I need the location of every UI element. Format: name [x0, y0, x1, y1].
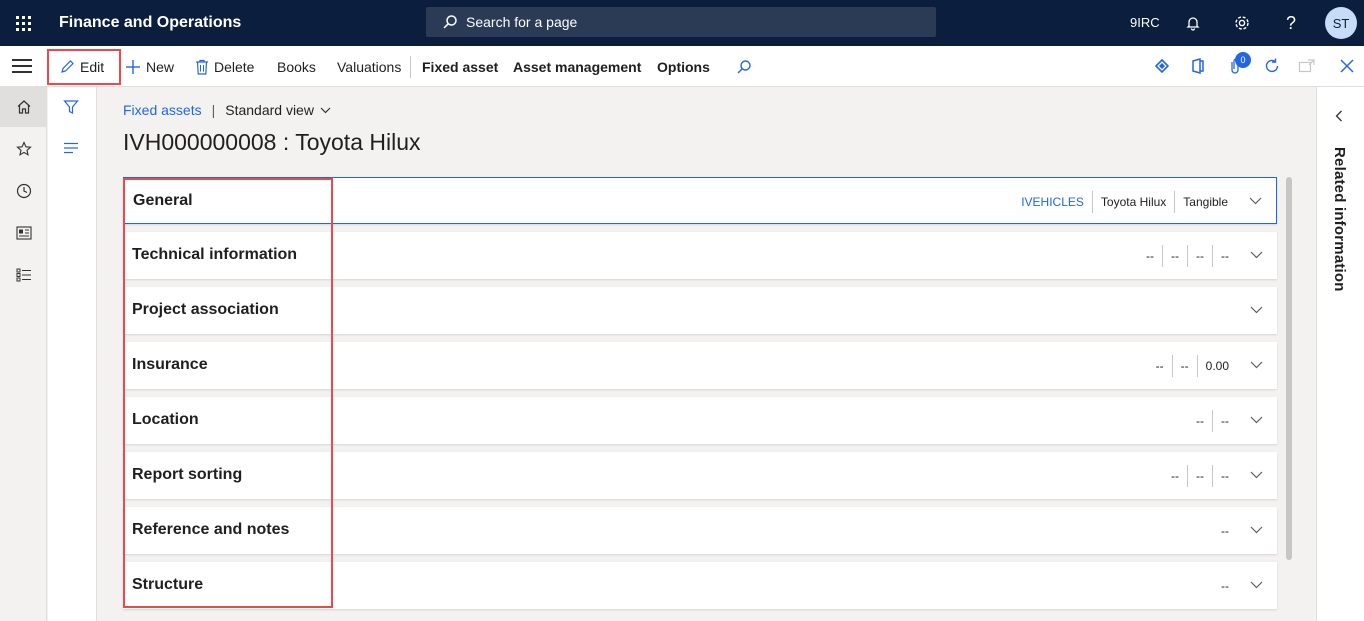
- summary-value: --: [1171, 468, 1179, 483]
- divider: [410, 56, 411, 78]
- summary-value: Toyota Hilux: [1091, 190, 1174, 213]
- chevron-down-icon[interactable]: [1249, 248, 1263, 262]
- close-icon[interactable]: [1337, 56, 1357, 76]
- new-button[interactable]: New: [125, 46, 174, 87]
- section-highlight-box: [123, 178, 333, 608]
- fasttab-summary: -- -- 0.00: [1148, 342, 1237, 389]
- fasttab-summary: --: [1213, 562, 1237, 609]
- summary-value: --: [1187, 244, 1212, 267]
- workspaces-icon[interactable]: [0, 213, 47, 253]
- fasttab-summary: --: [1213, 507, 1237, 554]
- summary-value: --: [1162, 244, 1187, 267]
- left-navigation: [0, 87, 47, 621]
- breadcrumb-fixed-assets-link[interactable]: Fixed assets: [123, 102, 202, 118]
- tab-options[interactable]: Options: [657, 46, 710, 87]
- delete-button[interactable]: Delete: [195, 46, 254, 87]
- chevron-down-icon[interactable]: [1249, 578, 1263, 592]
- view-selector[interactable]: Standard view: [225, 102, 331, 118]
- app-launcher-icon[interactable]: [0, 0, 46, 46]
- company-picker[interactable]: 9IRC: [1130, 15, 1160, 30]
- office-icon[interactable]: [1188, 56, 1208, 76]
- top-bar: Finance and Operations Search for a page…: [0, 0, 1364, 46]
- app-title[interactable]: Finance and Operations: [59, 14, 241, 32]
- plus-icon: [126, 59, 140, 74]
- new-label: New: [146, 58, 175, 75]
- summary-value: --: [1171, 354, 1197, 377]
- gear-icon[interactable]: [1231, 12, 1253, 34]
- tab-fixed-asset[interactable]: Fixed asset: [422, 46, 498, 87]
- bell-icon[interactable]: [1182, 12, 1204, 34]
- valuations-button[interactable]: Valuations: [337, 46, 401, 87]
- fasttab-summary: -- -- --: [1163, 452, 1237, 499]
- home-icon[interactable]: [0, 87, 47, 127]
- edit-highlight-box: [47, 49, 121, 85]
- search-placeholder: Search for a page: [466, 14, 578, 30]
- related-information-label: Related information: [1331, 147, 1348, 292]
- chevron-down-icon: [320, 107, 331, 113]
- summary-value: 0.00: [1196, 354, 1237, 377]
- trash-icon: [196, 59, 208, 75]
- refresh-icon[interactable]: [1262, 56, 1282, 76]
- filter-icon[interactable]: [63, 99, 79, 120]
- open-new-window-icon[interactable]: [1297, 56, 1317, 76]
- chevron-down-icon[interactable]: [1249, 413, 1263, 427]
- page-title: IVH000000008 : Toyota Hilux: [123, 129, 421, 155]
- list-icon[interactable]: [63, 141, 79, 159]
- power-apps-icon[interactable]: [1152, 56, 1172, 76]
- fasttab-summary: IVEHICLES Toyota Hilux Tangible: [1013, 178, 1236, 225]
- summary-value: --: [1221, 578, 1229, 593]
- summary-value: --: [1212, 409, 1237, 432]
- books-button[interactable]: Books: [277, 46, 316, 87]
- star-icon[interactable]: [0, 129, 47, 169]
- view-label: Standard view: [225, 102, 314, 118]
- summary-value: --: [1221, 523, 1229, 538]
- search-input[interactable]: Search for a page: [426, 7, 936, 37]
- breadcrumb: Fixed assets | Standard view: [123, 102, 331, 118]
- summary-value: --: [1212, 464, 1237, 487]
- filter-pane: [48, 87, 97, 621]
- breadcrumb-separator: |: [211, 102, 216, 118]
- attachment-count-badge: 0: [1235, 52, 1251, 68]
- chevron-down-icon[interactable]: [1248, 194, 1262, 208]
- action-search-icon[interactable]: [736, 46, 757, 87]
- summary-value[interactable]: IVEHICLES: [1013, 191, 1092, 213]
- clock-icon[interactable]: [0, 171, 47, 211]
- tab-asset-management[interactable]: Asset management: [513, 46, 641, 87]
- menu-icon[interactable]: [12, 59, 32, 73]
- summary-value: --: [1196, 413, 1204, 428]
- summary-value: --: [1187, 464, 1212, 487]
- chevron-down-icon[interactable]: [1249, 303, 1263, 317]
- chevron-down-icon[interactable]: [1249, 358, 1263, 372]
- chevron-down-icon[interactable]: [1249, 468, 1263, 482]
- summary-value: --: [1212, 244, 1237, 267]
- action-pane: Edit New Delete Books Valuations Fixed a…: [0, 46, 1364, 87]
- search-icon: [443, 15, 457, 29]
- delete-label: Delete: [214, 58, 255, 75]
- summary-value: Tangible: [1174, 190, 1236, 213]
- summary-value: --: [1146, 248, 1154, 263]
- fasttab-summary: -- --: [1188, 397, 1237, 444]
- fasttab-summary: -- -- -- --: [1138, 232, 1237, 279]
- summary-value: --: [1155, 358, 1164, 373]
- chevron-left-icon[interactable]: [1335, 109, 1343, 127]
- help-icon[interactable]: ?: [1280, 12, 1302, 34]
- avatar[interactable]: ST: [1325, 7, 1357, 39]
- scrollbar[interactable]: [1286, 177, 1292, 560]
- modules-icon[interactable]: [0, 255, 47, 295]
- chevron-down-icon[interactable]: [1249, 523, 1263, 537]
- related-information-pane[interactable]: Related information: [1316, 87, 1364, 621]
